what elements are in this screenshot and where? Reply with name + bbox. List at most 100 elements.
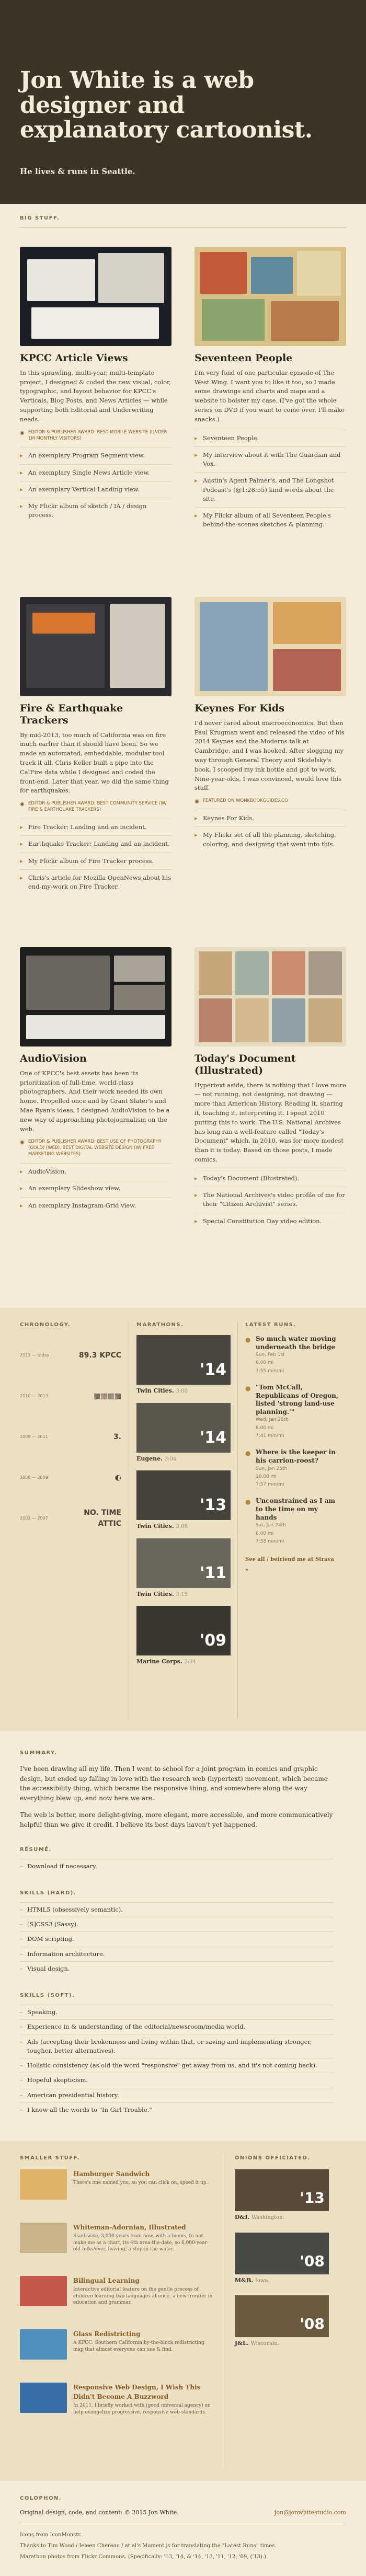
strava-link[interactable]: See all / befriend me at Strava » xyxy=(245,1557,334,1573)
section-label: COLOPHON. xyxy=(20,2496,62,2502)
skill-item: HTML5 (obsessively semantic). xyxy=(20,1902,334,1917)
marathon-item: '11 Twin Cities. 3:15 xyxy=(136,1538,231,1599)
small-project-title[interactable]: Bilingual Learning xyxy=(73,2276,213,2285)
section-label: SKILLS (SOFT). xyxy=(20,1993,75,1999)
run-item[interactable]: So much water moving underneath the brid… xyxy=(245,1335,339,1375)
chronology-list: 2013 — today 89.3 KPCC 2010 — 2013 ▦▦▦▦ 20… xyxy=(20,1335,121,1539)
project-link[interactable]: Seventeen People. xyxy=(195,429,346,446)
small-project-thumb[interactable] xyxy=(20,2223,67,2253)
project-desc: By mid-2013, too much of California was … xyxy=(20,731,169,795)
run-distance: 6.00 mi xyxy=(256,1531,274,1536)
onion-caption: J&L. Wisconsin. xyxy=(235,2339,346,2348)
project-link[interactable]: An exemplary Vertical Landing view. xyxy=(20,480,171,498)
project-thumb[interactable] xyxy=(195,247,346,346)
run-item[interactable]: Where is the keeper in his carrion-roost… xyxy=(245,1448,339,1489)
small-project[interactable]: Bilingual Learning Interactive editorial … xyxy=(20,2276,213,2322)
project-link[interactable]: An exemplary Single News Article view. xyxy=(20,464,171,481)
project-link[interactable]: My Flickr album of sketch / IA / design … xyxy=(20,498,171,524)
small-project[interactable]: Responsive Web Design, I Wish This Didn'… xyxy=(20,2383,213,2429)
project-link[interactable]: An exemplary Instagram-Grid view. xyxy=(20,1197,171,1214)
project-link[interactable]: Chris's article for Mozilla OpenNews abo… xyxy=(20,869,171,895)
soft-skills-list: Speaking. Experience in & understanding … xyxy=(20,2005,334,2117)
run-date: Sun, Jan 25th xyxy=(256,1466,288,1471)
project-thumb[interactable] xyxy=(20,247,171,346)
marathon-photo[interactable]: '11 xyxy=(136,1538,231,1588)
project-title[interactable]: Today's Document (Illustrated) xyxy=(195,1053,346,1077)
project-thumb[interactable] xyxy=(195,597,346,696)
onion-photo[interactable]: '08 xyxy=(234,2295,329,2338)
marathon-photo[interactable]: '13 xyxy=(136,1470,231,1520)
project-link[interactable]: My Flickr album of Fire Tracker process. xyxy=(20,852,171,869)
onion-year: '08 xyxy=(300,2315,325,2333)
project-link[interactable]: Earthquake Tracker: Landing and an incid… xyxy=(20,835,171,852)
chronology-years: 2013 — today xyxy=(20,1353,50,1358)
project-title[interactable]: AudioVision xyxy=(20,1053,171,1065)
small-project-thumb[interactable] xyxy=(20,2169,67,2200)
skill-item: Ads (accepting their brokenness and livi… xyxy=(20,2034,334,2058)
project-thumb[interactable] xyxy=(20,597,171,696)
section-label: MARATHONS. xyxy=(136,1322,184,1328)
project-link[interactable]: My Flickr set of all the planning, sketc… xyxy=(195,826,346,853)
project-thumb[interactable] xyxy=(195,947,346,1046)
project-link[interactable]: Fire Tracker: Landing and an incident. xyxy=(20,819,171,835)
chronology-years: 2003 — 2007 xyxy=(20,1516,48,1521)
small-project-thumb[interactable] xyxy=(20,2329,67,2360)
project-title[interactable]: Fire & Earthquake Trackers xyxy=(20,703,171,727)
project-title[interactable]: Keynes For Kids xyxy=(195,703,346,715)
small-project-title[interactable]: Hamburger Sandwich xyxy=(73,2169,208,2179)
run-item[interactable]: "Tom McCall, Republicans of Oregon, list… xyxy=(245,1384,339,1440)
employer-logo[interactable]: 3. xyxy=(64,1432,121,1443)
chronology-years: 2010 — 2013 xyxy=(20,1394,48,1399)
employer-logo[interactable]: ▦▦▦▦ xyxy=(64,1391,121,1402)
project-link[interactable]: My Flickr album of all Seventeen People'… xyxy=(195,507,346,533)
onion-photo[interactable]: '13 xyxy=(234,2169,329,2212)
run-title[interactable]: Where is the keeper in his carrion-roost… xyxy=(256,1448,339,1465)
award-note: Editor & Publisher Award: Best Use of Ph… xyxy=(20,1139,171,1158)
employer-logo[interactable]: NO. TIME ATTIC xyxy=(64,1508,121,1530)
employer-logo[interactable]: ◐ xyxy=(64,1473,121,1484)
skill-item: Experience in & understanding of the edi… xyxy=(20,2019,334,2034)
small-project[interactable]: Whiteman-Adornian, Illustrated Slant-wise… xyxy=(20,2223,213,2269)
skill-item: American presidential history. xyxy=(20,2087,334,2102)
run-title[interactable]: Unconstrained as I am to the time on my … xyxy=(256,1497,339,1522)
project-link[interactable]: Keynes For Kids. xyxy=(195,810,346,826)
project-link[interactable]: Austin's Agent Palmer's, and The Longsho… xyxy=(195,472,346,507)
project-thumb[interactable] xyxy=(20,947,171,1046)
run-title[interactable]: "Tom McCall, Republicans of Oregon, list… xyxy=(256,1384,339,1416)
small-project[interactable]: Glass Redistricting A KPCC: Southern Cali… xyxy=(20,2329,213,2375)
small-project[interactable]: Hamburger Sandwich There's one named you,… xyxy=(20,2169,213,2215)
project-desc: I'd never cared about macroeconomics. Bu… xyxy=(195,719,345,792)
marathon-photo[interactable]: '14 xyxy=(136,1335,231,1385)
marathon-photo[interactable]: '09 xyxy=(136,1606,231,1655)
project-title[interactable]: KPCC Article Views xyxy=(20,352,171,364)
small-project-thumb[interactable] xyxy=(20,2383,67,2413)
email-link[interactable]: jon@jonwhitestudio.com xyxy=(274,2509,346,2517)
onion-photo[interactable]: '08 xyxy=(234,2232,329,2274)
small-project-title[interactable]: Glass Redistricting xyxy=(73,2329,213,2339)
run-pace: 7:58 min/mi xyxy=(256,1538,284,1544)
project-link[interactable]: An exemplary Program Segment view. xyxy=(20,447,171,464)
small-project-title[interactable]: Whiteman-Adornian, Illustrated xyxy=(73,2223,213,2232)
run-title[interactable]: So much water moving underneath the brid… xyxy=(256,1335,339,1351)
project-link[interactable]: Special Constitution Day video edition. xyxy=(195,1212,346,1229)
marathon-time: 3:00 xyxy=(176,1388,188,1394)
run-pace: 7:55 min/mi xyxy=(256,1368,284,1374)
project-link[interactable]: An exemplary Slideshow view. xyxy=(20,1180,171,1197)
award-note: Editor & Publisher Award: Best Community… xyxy=(20,801,171,813)
onion-couple: M&B. xyxy=(234,2276,254,2284)
employer-logo[interactable]: 89.3 KPCC xyxy=(64,1350,121,1361)
project-link[interactable]: AudioVision. xyxy=(20,1163,171,1180)
run-item[interactable]: Unconstrained as I am to the time on my … xyxy=(245,1497,339,1546)
resume-download-link[interactable]: Download if necessary. xyxy=(20,1858,334,1873)
small-project-thumb[interactable] xyxy=(20,2276,67,2307)
project-title[interactable]: Seventeen People xyxy=(195,352,346,364)
small-project-title[interactable]: Responsive Web Design, I Wish This Didn'… xyxy=(73,2383,213,2401)
onion-couple: J&L. xyxy=(234,2340,249,2347)
project-desc: Hypertext aside, there is nothing that I… xyxy=(195,1081,346,1164)
project-link[interactable]: My interview about it with The Guardian … xyxy=(195,446,346,473)
onion-caption: M&B. Iowa. xyxy=(235,2276,346,2285)
project-link[interactable]: Today's Document (Illustrated). xyxy=(195,1169,346,1187)
marathon-photo[interactable]: '14 xyxy=(136,1402,231,1453)
credit-item: Icons from IconMonstr. xyxy=(20,2532,82,2538)
project-link[interactable]: The National Archives's video profile of… xyxy=(195,1187,346,1213)
